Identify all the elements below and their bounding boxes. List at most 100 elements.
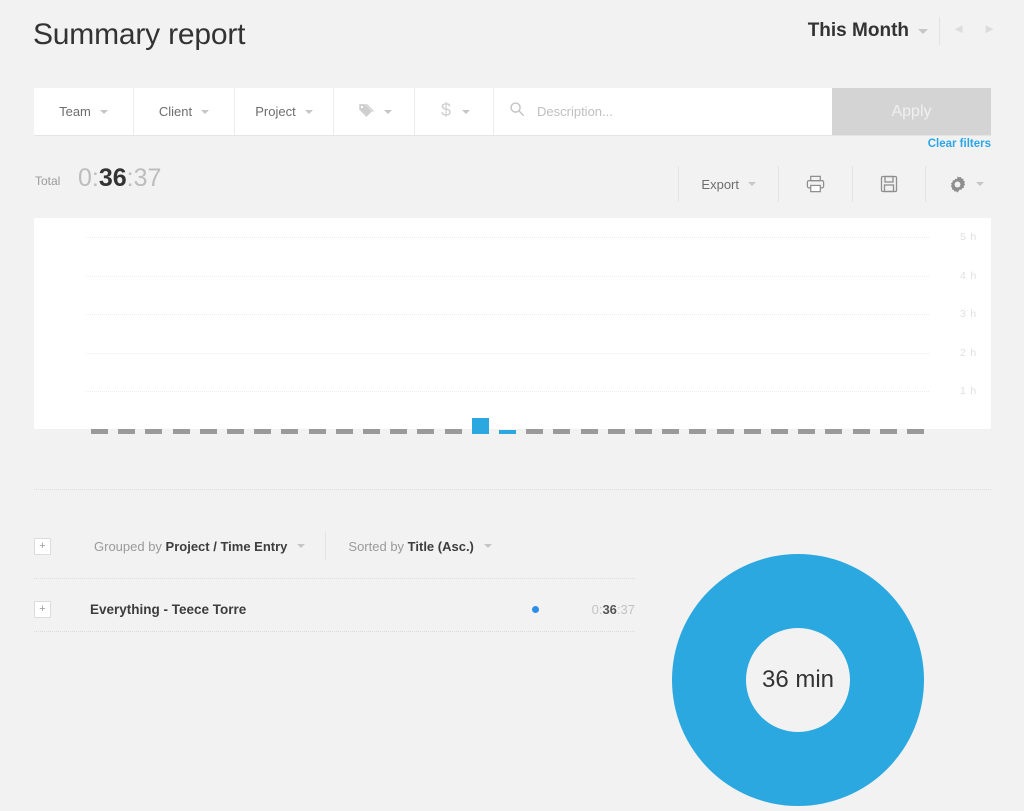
chevron-down-icon — [976, 182, 984, 186]
search-icon — [509, 101, 525, 122]
svg-text:$: $ — [440, 100, 450, 120]
filter-project[interactable]: Project — [235, 88, 334, 135]
y-axis-tick-label: 2 h — [960, 346, 977, 359]
chart-day-tick — [717, 429, 734, 434]
chevron-down-icon — [918, 28, 928, 34]
grouped-by-prefix: Grouped by — [94, 538, 166, 554]
print-button[interactable] — [778, 166, 852, 202]
gear-icon — [950, 175, 966, 193]
chevron-down-icon — [748, 182, 756, 186]
report-toolbar: Export — [678, 166, 1006, 202]
grouped-by-value: Project / Time Entry — [165, 538, 288, 554]
clear-filters-link[interactable]: Clear filters — [928, 138, 991, 150]
table-row[interactable]: + Everything - Teece Torre 0:36:37 — [34, 596, 635, 623]
settings-button[interactable] — [925, 166, 1006, 202]
dollar-icon: $ — [439, 100, 453, 123]
chevron-down-icon — [304, 109, 313, 114]
grouped-by-selector[interactable]: Grouped by Project / Time Entry — [74, 532, 327, 560]
grouping-controls: + Grouped by Project / Time Entry Sorted… — [34, 532, 512, 560]
filter-bar: Team Client Project $ Description... App… — [34, 88, 991, 135]
filter-team[interactable]: Team — [34, 88, 134, 135]
export-label: Export — [701, 176, 739, 192]
gridline — [86, 237, 929, 239]
chevron-down-icon — [483, 544, 492, 548]
row-color-dot — [532, 606, 539, 613]
total-seconds: :37 — [126, 164, 162, 192]
row-seconds: :37 — [616, 602, 635, 617]
chart-day-tick — [336, 429, 353, 434]
chart-day-tick — [417, 429, 434, 434]
chevron-down-icon — [297, 544, 306, 548]
row-hours: 0: — [591, 602, 603, 617]
chart-bar[interactable] — [499, 430, 516, 434]
chart-day-tick — [227, 429, 244, 434]
filter-client-label: Client — [158, 104, 193, 119]
row-duration: 0:36:37 — [575, 602, 635, 617]
y-axis-tick-label: 5 h — [960, 231, 977, 244]
row-title: Everything - Teece Torre — [90, 602, 247, 617]
expand-all-button[interactable]: + — [34, 537, 51, 555]
filter-client[interactable]: Client — [134, 88, 235, 135]
chart-day-tick — [309, 429, 326, 434]
prev-period-button[interactable]: ◄ — [952, 22, 965, 35]
filter-tag[interactable] — [334, 88, 415, 135]
y-axis-tick-label: 3 h — [960, 308, 977, 321]
filter-project-label: Project — [255, 104, 296, 119]
chart-day-tick — [798, 429, 815, 434]
date-range-label: This Month — [807, 20, 909, 41]
sorted-by-value: Title (Asc.) — [407, 538, 474, 554]
donut-center-label: 36 min — [761, 666, 835, 693]
next-period-button[interactable]: ► — [983, 22, 996, 35]
save-button[interactable] — [852, 166, 925, 202]
chart-day-tick — [689, 429, 706, 434]
donut-chart: 36 min — [672, 554, 924, 806]
summary-report-page: Summary report This Month ◄ ► Team Clien… — [0, 0, 1024, 807]
chart-bar[interactable] — [472, 418, 489, 434]
chart-day-tick — [118, 429, 135, 434]
export-button[interactable]: Export — [678, 166, 778, 202]
sorted-by-selector[interactable]: Sorted by Title (Asc.) — [326, 532, 511, 560]
search-input[interactable] — [535, 103, 832, 120]
search-field-wrapper[interactable] — [494, 88, 832, 135]
timeline-bar-chart: 1 h 2 h 3 h 4 h 5 h — [34, 218, 991, 434]
total-label: Total — [35, 174, 61, 188]
chart-day-tick — [662, 429, 679, 434]
chart-day-tick — [173, 429, 190, 434]
total-row: Total 0:36:37 Export — [0, 160, 1024, 208]
chart-day-tick — [825, 429, 842, 434]
y-axis-tick-label: 4 h — [960, 269, 977, 282]
chevron-down-icon — [461, 109, 470, 114]
date-range-selector[interactable]: This Month — [808, 20, 928, 42]
date-nav: ◄ ► — [952, 22, 996, 35]
tag-icon — [357, 101, 375, 122]
sorted-by-prefix: Sorted by — [348, 538, 408, 554]
row-minutes: 36 — [602, 602, 617, 617]
apply-button[interactable]: Apply — [832, 88, 991, 135]
chart-day-tick — [145, 429, 162, 434]
chart-day-tick — [635, 429, 652, 434]
row-expander[interactable]: + — [34, 601, 51, 618]
page-title: Summary report — [33, 18, 246, 51]
chart-day-tick — [363, 429, 380, 434]
chevron-down-icon — [99, 109, 108, 114]
filter-billable[interactable]: $ — [415, 88, 494, 135]
printer-icon — [806, 175, 825, 193]
filter-team-label: Team — [59, 104, 91, 119]
grouped-by-text: Grouped by Project / Time Entry — [94, 539, 287, 554]
total-time: 0:36:37 — [78, 164, 161, 193]
list-divider-top — [34, 578, 635, 579]
chart-day-tick — [445, 429, 462, 434]
y-axis-tick-label: 1 h — [960, 385, 977, 398]
chart-day-tick — [390, 429, 407, 434]
chart-day-tick — [526, 429, 543, 434]
chart-day-tick — [553, 429, 570, 434]
header-divider — [939, 17, 940, 45]
chart-day-tick — [254, 429, 271, 434]
gridline — [86, 275, 929, 277]
page-header: Summary report This Month ◄ ► — [0, 0, 1024, 78]
chart-day-tick — [744, 429, 761, 434]
list-divider-bottom — [34, 631, 635, 632]
chevron-down-icon — [383, 109, 392, 114]
chart-day-tick — [281, 429, 298, 434]
gridline — [86, 391, 929, 393]
